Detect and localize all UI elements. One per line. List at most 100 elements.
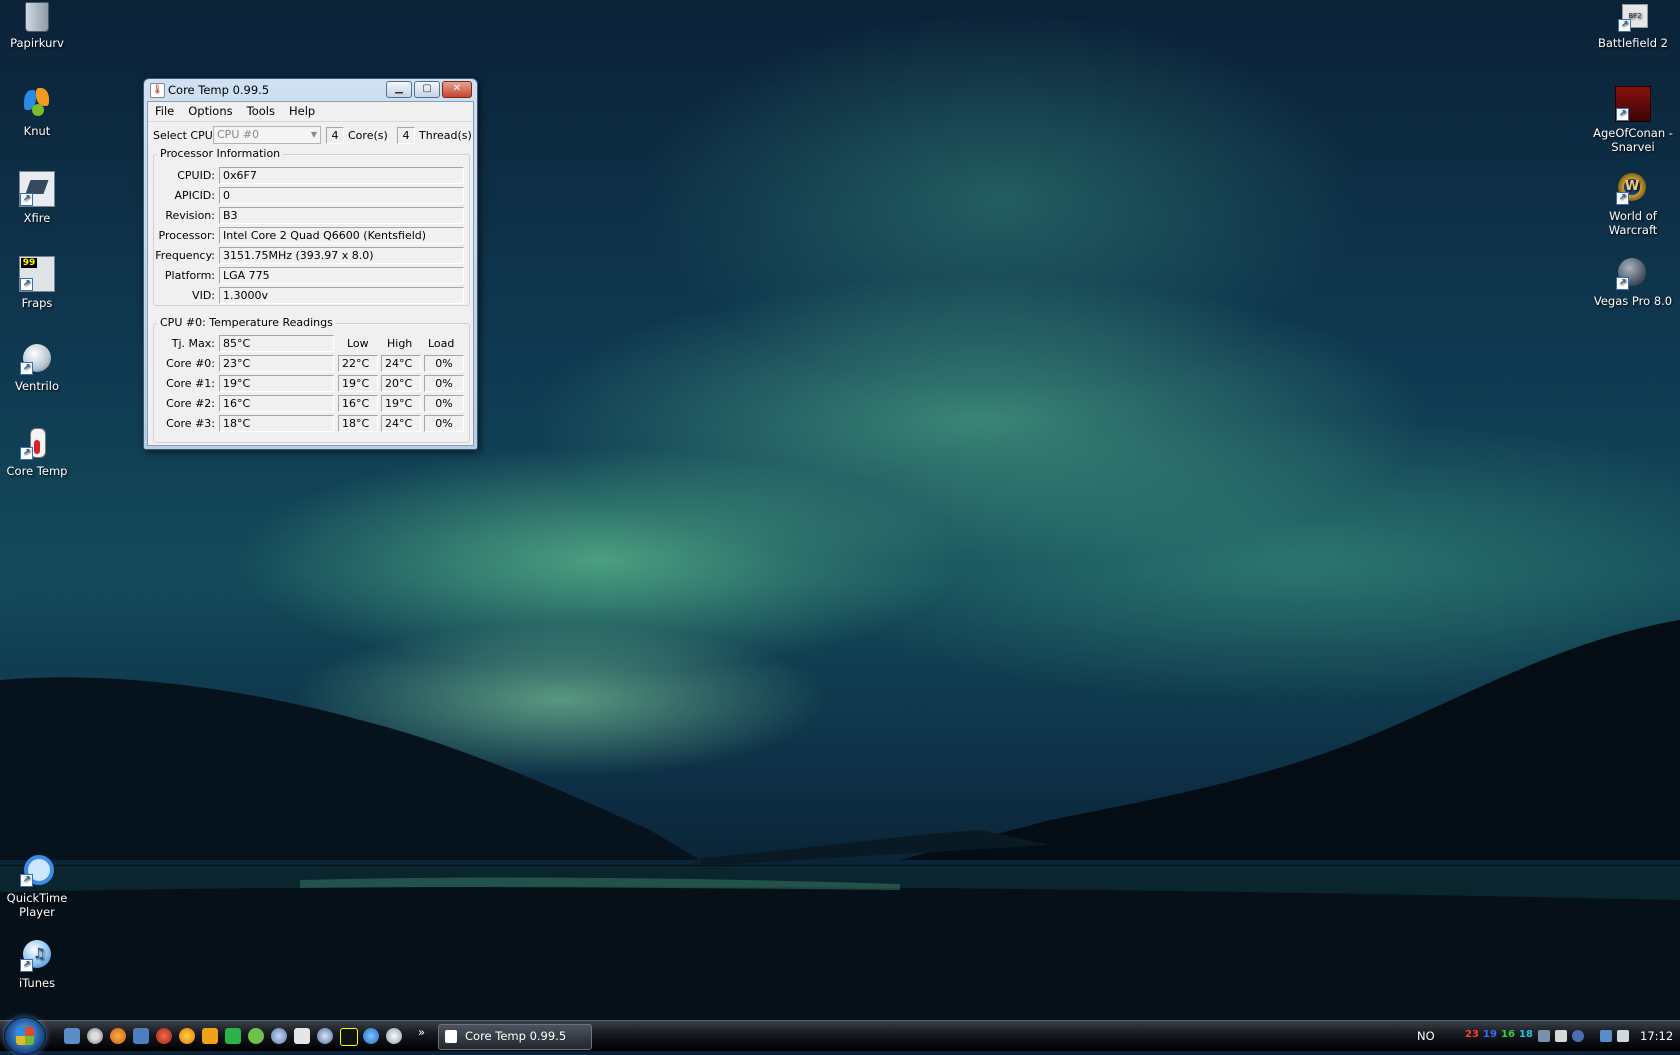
maximize-button[interactable]: ▢ bbox=[414, 81, 440, 98]
window-titlebar[interactable]: 🌡 Core Temp 0.99.5 ▁ ▢ ✕ bbox=[144, 79, 477, 101]
firefox-icon[interactable] bbox=[110, 1028, 126, 1044]
cpuid-value: 0x6F7 bbox=[219, 167, 464, 184]
thermometer-icon: 🌡 bbox=[150, 83, 165, 98]
core-temp-window[interactable]: 🌡 Core Temp 0.99.5 ▁ ▢ ✕ File Options Tool… bbox=[143, 78, 478, 450]
desktop-icon-knut[interactable]: Knut bbox=[0, 86, 77, 138]
processor-label: Processor: bbox=[158, 229, 216, 242]
shortcut-arrow-icon: ↗ bbox=[20, 447, 33, 460]
tray-temp-core2[interactable]: 16 bbox=[1501, 1021, 1515, 1049]
speaker-icon[interactable] bbox=[1617, 1030, 1629, 1042]
core1-high: 20°C bbox=[381, 375, 421, 392]
internet-explorer-icon[interactable] bbox=[363, 1028, 379, 1044]
tray-wow-icon[interactable] bbox=[1572, 1030, 1584, 1042]
desktop-icon-battlefield-2[interactable]: BF2 ↗ Battlefield 2 bbox=[1593, 2, 1673, 50]
core1-low: 19°C bbox=[338, 375, 378, 392]
desktop-icon-fraps[interactable]: 99 ↗ Fraps bbox=[0, 256, 77, 310]
shortcut-arrow-icon: ↗ bbox=[1616, 108, 1629, 121]
switch-windows-icon[interactable] bbox=[133, 1028, 149, 1044]
core2-label: Core #2: bbox=[166, 397, 215, 410]
vid-value: 1.3000v bbox=[219, 287, 464, 304]
tray-temp-core3[interactable]: 18 bbox=[1519, 1021, 1533, 1049]
processor-info-group-label: Processor Information bbox=[157, 147, 284, 160]
close-button[interactable]: ✕ bbox=[442, 81, 472, 98]
desktop-icon-world-of-warcraft[interactable]: W ↗ World of Warcraft bbox=[1593, 171, 1673, 237]
clock[interactable]: 17:12 bbox=[1640, 1021, 1673, 1051]
select-cpu-dropdown[interactable]: CPU #0 ▼ bbox=[213, 126, 321, 144]
taskbar-button-core-temp[interactable]: Core Temp 0.99.5 bbox=[438, 1024, 592, 1050]
cpuid-label: CPUID: bbox=[177, 169, 215, 182]
fraps-icon: 99 ↗ bbox=[19, 256, 55, 292]
disc-icon[interactable] bbox=[87, 1028, 103, 1044]
menu-bar: File Options Tools Help bbox=[148, 102, 473, 122]
shortcut-arrow-icon: ↗ bbox=[1616, 192, 1629, 205]
core0-label: Core #0: bbox=[166, 357, 215, 370]
core3-low: 18°C bbox=[338, 415, 378, 432]
network-icon[interactable] bbox=[1600, 1030, 1612, 1042]
opera-icon[interactable] bbox=[156, 1028, 172, 1044]
menu-tools[interactable]: Tools bbox=[240, 102, 282, 120]
core0-high: 24°C bbox=[381, 355, 421, 372]
core2-high: 19°C bbox=[381, 395, 421, 412]
core2-load: 0% bbox=[424, 395, 464, 412]
msn-butterfly-icon bbox=[20, 86, 54, 120]
column-load-header: Load bbox=[428, 337, 455, 350]
frequency-label: Frequency: bbox=[155, 249, 215, 262]
battlefield-icon: BF2 ↗ bbox=[1618, 2, 1648, 32]
minimize-button[interactable]: ▁ bbox=[386, 81, 412, 98]
tray-app-icon[interactable] bbox=[1555, 1030, 1567, 1042]
desktop-icon-core-temp[interactable]: ↗ Core Temp bbox=[0, 426, 77, 478]
show-desktop-icon[interactable] bbox=[64, 1028, 80, 1044]
desktop-icon-recycle-bin[interactable]: Papirkurv bbox=[0, 2, 77, 50]
core3-load: 0% bbox=[424, 415, 464, 432]
column-low-header: Low bbox=[347, 337, 369, 350]
sun-app-icon[interactable] bbox=[179, 1028, 195, 1044]
ventrilo-quick-icon[interactable] bbox=[386, 1028, 402, 1044]
desktop-icon-xfire[interactable]: ↗ Xfire bbox=[0, 171, 77, 225]
desktop-icon-vegas-pro[interactable]: ↗ Vegas Pro 8.0 bbox=[1593, 256, 1673, 308]
start-button[interactable] bbox=[4, 1017, 46, 1055]
taskbar: » Core Temp 0.99.5 NO 23 19 16 18 17:12 bbox=[0, 1017, 1680, 1055]
threads-count-field: 4 bbox=[397, 127, 415, 144]
tjmax-value: 85°C bbox=[219, 335, 334, 352]
cores-count-field: 4 bbox=[326, 127, 344, 144]
fraps-quick-icon[interactable] bbox=[340, 1028, 358, 1046]
core0-load: 0% bbox=[424, 355, 464, 372]
core0-temp: 23°C bbox=[219, 355, 334, 372]
processor-value: Intel Core 2 Quad Q6600 (Kentsfield) bbox=[219, 227, 464, 244]
quicklaunch-more-button[interactable]: » bbox=[418, 1021, 425, 1051]
tray-temp-core1[interactable]: 19 bbox=[1483, 1021, 1497, 1049]
platform-label: Platform: bbox=[164, 269, 215, 282]
envelope-icon[interactable] bbox=[294, 1028, 310, 1044]
xfire-quick-icon[interactable] bbox=[317, 1028, 333, 1044]
desktop-icon-age-of-conan[interactable]: ↗ AgeOfConan - Snarvei bbox=[1593, 86, 1673, 154]
shortcut-arrow-icon: ↗ bbox=[20, 959, 33, 972]
firefox-alt-icon[interactable] bbox=[271, 1028, 287, 1044]
itunes-icon: ♫ ↗ bbox=[20, 938, 54, 972]
revision-label: Revision: bbox=[165, 209, 215, 222]
column-high-header: High bbox=[387, 337, 413, 350]
window-client-area: File Options Tools Help Select CPU: CPU #0 … bbox=[147, 101, 474, 446]
menu-help[interactable]: Help bbox=[282, 102, 322, 120]
media-player-icon[interactable] bbox=[202, 1028, 218, 1044]
language-indicator[interactable]: NO bbox=[1417, 1021, 1435, 1051]
shortcut-arrow-icon: ↗ bbox=[1618, 19, 1631, 32]
network-users-icon[interactable] bbox=[248, 1028, 264, 1044]
menu-options[interactable]: Options bbox=[181, 102, 239, 120]
desktop-icon-quicktime[interactable]: ↗ QuickTime Player bbox=[0, 853, 77, 919]
menu-file[interactable]: File bbox=[148, 102, 181, 120]
vid-label: VID: bbox=[192, 289, 215, 302]
tray-temp-core0[interactable]: 23 bbox=[1465, 1021, 1479, 1049]
shortcut-arrow-icon: ↗ bbox=[1616, 277, 1629, 290]
apicid-value: 0 bbox=[219, 187, 464, 204]
ventrilo-icon: ↗ bbox=[20, 341, 54, 375]
core0-low: 22°C bbox=[338, 355, 378, 372]
desktop-icon-itunes[interactable]: ♫ ↗ iTunes bbox=[0, 938, 77, 990]
desktop-icon-ventrilo[interactable]: ↗ Ventrilo bbox=[0, 341, 77, 393]
tjmax-label: Tj. Max: bbox=[171, 337, 215, 350]
vegas-icon: ↗ bbox=[1616, 256, 1650, 290]
cores-label: Core(s) bbox=[348, 129, 388, 142]
shortcut-arrow-icon: ↗ bbox=[20, 278, 33, 291]
revision-value: B3 bbox=[219, 207, 464, 224]
green-app-icon[interactable] bbox=[225, 1028, 241, 1044]
network-error-icon[interactable] bbox=[1538, 1030, 1550, 1042]
